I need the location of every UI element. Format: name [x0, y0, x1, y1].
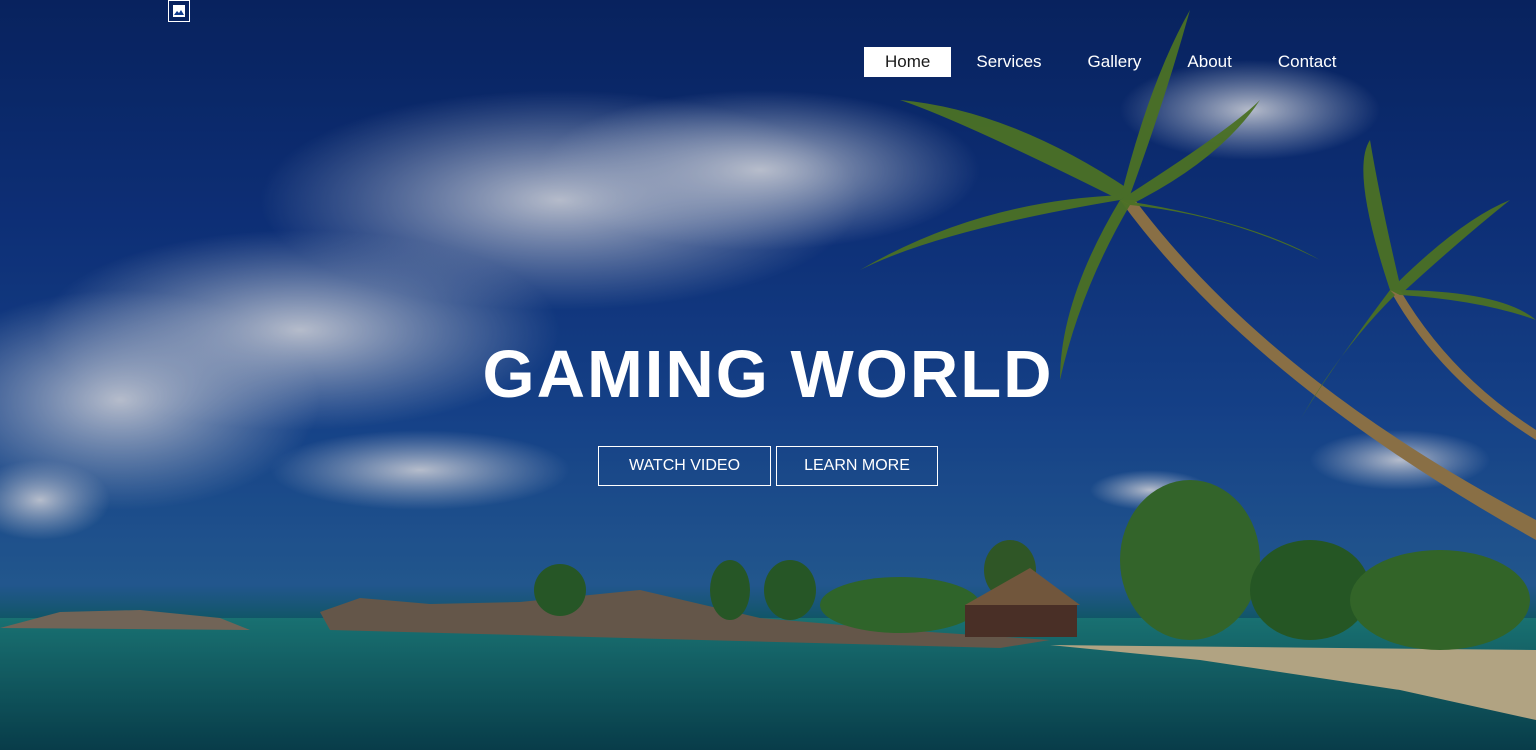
image-icon — [173, 5, 185, 17]
nav-item-home[interactable]: Home — [864, 47, 952, 77]
hero-button-group: WATCH VIDEO LEARN MORE — [598, 446, 938, 486]
watch-video-button[interactable]: WATCH VIDEO — [598, 446, 771, 486]
main-navigation: Home Services Gallery About Contact — [864, 47, 1361, 77]
nav-item-contact[interactable]: Contact — [1257, 47, 1358, 77]
nav-item-gallery[interactable]: Gallery — [1067, 47, 1163, 77]
nav-item-about[interactable]: About — [1166, 47, 1252, 77]
nav-item-services[interactable]: Services — [955, 47, 1062, 77]
learn-more-button[interactable]: LEARN MORE — [776, 446, 938, 486]
hero-title: GAMING WORLD — [482, 337, 1054, 412]
hero-section: Home Services Gallery About Contact GAMI… — [0, 0, 1536, 750]
logo-icon[interactable] — [168, 0, 190, 22]
